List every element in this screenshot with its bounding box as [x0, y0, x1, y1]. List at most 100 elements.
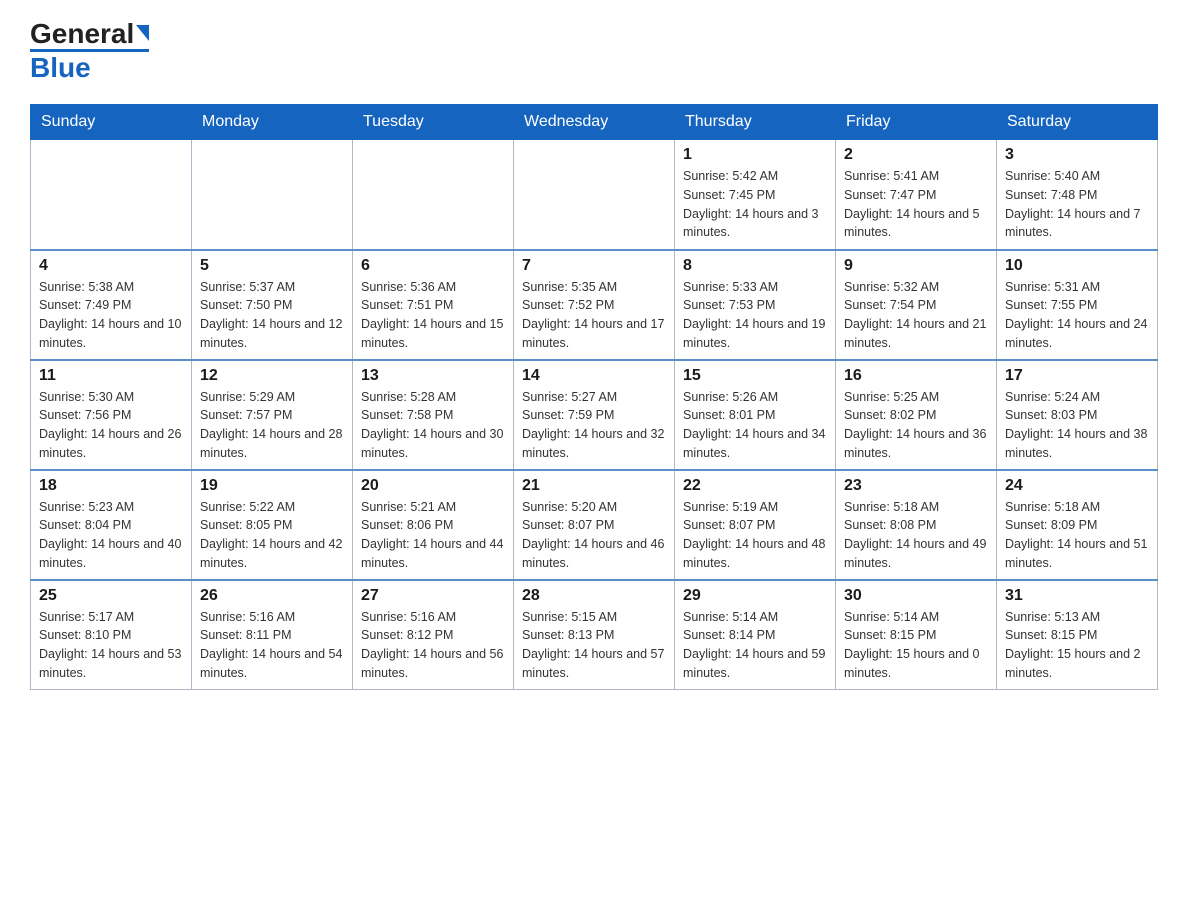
- day-info: Sunrise: 5:40 AMSunset: 7:48 PMDaylight:…: [1005, 167, 1149, 242]
- day-number: 9: [844, 257, 988, 275]
- day-number: 13: [361, 367, 505, 385]
- week-row-3: 11 Sunrise: 5:30 AMSunset: 7:56 PMDayligh…: [31, 360, 1158, 470]
- day-number: 21: [522, 477, 666, 495]
- calendar-cell: 4 Sunrise: 5:38 AMSunset: 7:49 PMDaylight…: [31, 250, 192, 360]
- calendar-table: SundayMondayTuesdayWednesdayThursdayFrid…: [30, 104, 1158, 690]
- calendar-cell: 5 Sunrise: 5:37 AMSunset: 7:50 PMDaylight…: [192, 250, 353, 360]
- calendar-cell: 8 Sunrise: 5:33 AMSunset: 7:53 PMDaylight…: [675, 250, 836, 360]
- day-number: 5: [200, 257, 344, 275]
- calendar-cell: 2 Sunrise: 5:41 AMSunset: 7:47 PMDaylight…: [836, 140, 997, 250]
- calendar-cell: 1 Sunrise: 5:42 AMSunset: 7:45 PMDaylight…: [675, 140, 836, 250]
- calendar-cell: 28 Sunrise: 5:15 AMSunset: 8:13 PMDayligh…: [514, 580, 675, 690]
- day-number: 22: [683, 477, 827, 495]
- day-info: Sunrise: 5:25 AMSunset: 8:02 PMDaylight:…: [844, 388, 988, 463]
- calendar-cell: 3 Sunrise: 5:40 AMSunset: 7:48 PMDaylight…: [997, 140, 1158, 250]
- day-number: 17: [1005, 367, 1149, 385]
- day-info: Sunrise: 5:19 AMSunset: 8:07 PMDaylight:…: [683, 498, 827, 573]
- day-number: 26: [200, 587, 344, 605]
- day-number: 25: [39, 587, 183, 605]
- day-number: 16: [844, 367, 988, 385]
- day-number: 10: [1005, 257, 1149, 275]
- day-header-row: SundayMondayTuesdayWednesdayThursdayFrid…: [31, 105, 1158, 140]
- calendar-cell: 13 Sunrise: 5:28 AMSunset: 7:58 PMDayligh…: [353, 360, 514, 470]
- calendar-cell: 23 Sunrise: 5:18 AMSunset: 8:08 PMDayligh…: [836, 470, 997, 580]
- calendar-cell: 17 Sunrise: 5:24 AMSunset: 8:03 PMDayligh…: [997, 360, 1158, 470]
- day-number: 28: [522, 587, 666, 605]
- day-info: Sunrise: 5:29 AMSunset: 7:57 PMDaylight:…: [200, 388, 344, 463]
- week-row-2: 4 Sunrise: 5:38 AMSunset: 7:49 PMDaylight…: [31, 250, 1158, 360]
- day-info: Sunrise: 5:26 AMSunset: 8:01 PMDaylight:…: [683, 388, 827, 463]
- calendar-cell: 12 Sunrise: 5:29 AMSunset: 7:57 PMDayligh…: [192, 360, 353, 470]
- day-header-tuesday: Tuesday: [353, 105, 514, 140]
- day-header-thursday: Thursday: [675, 105, 836, 140]
- day-number: 27: [361, 587, 505, 605]
- day-info: Sunrise: 5:31 AMSunset: 7:55 PMDaylight:…: [1005, 278, 1149, 353]
- day-info: Sunrise: 5:36 AMSunset: 7:51 PMDaylight:…: [361, 278, 505, 353]
- calendar-cell: 31Sunrise: 5:13 AMSunset: 8:15 PMDayligh…: [997, 580, 1158, 690]
- calendar-cell: 19Sunrise: 5:22 AMSunset: 8:05 PMDayligh…: [192, 470, 353, 580]
- day-info: Sunrise: 5:27 AMSunset: 7:59 PMDaylight:…: [522, 388, 666, 463]
- day-info: Sunrise: 5:30 AMSunset: 7:56 PMDaylight:…: [39, 388, 183, 463]
- calendar-cell: 25 Sunrise: 5:17 AMSunset: 8:10 PMDayligh…: [31, 580, 192, 690]
- page-header: General Blue: [30, 20, 1158, 84]
- day-number: 15: [683, 367, 827, 385]
- day-number: 23: [844, 477, 988, 495]
- logo-triangle-icon: [136, 25, 149, 41]
- week-row-5: 25 Sunrise: 5:17 AMSunset: 8:10 PMDayligh…: [31, 580, 1158, 690]
- day-number: 4: [39, 257, 183, 275]
- calendar-cell: [353, 140, 514, 250]
- day-info: Sunrise: 5:14 AMSunset: 8:15 PMDaylight:…: [844, 608, 988, 683]
- calendar-cell: 27 Sunrise: 5:16 AMSunset: 8:12 PMDayligh…: [353, 580, 514, 690]
- logo: General Blue: [30, 20, 149, 84]
- calendar-cell: 29Sunrise: 5:14 AMSunset: 8:14 PMDayligh…: [675, 580, 836, 690]
- day-number: 19: [200, 477, 344, 495]
- day-info: Sunrise: 5:33 AMSunset: 7:53 PMDaylight:…: [683, 278, 827, 353]
- day-number: 8: [683, 257, 827, 275]
- calendar-cell: 26Sunrise: 5:16 AMSunset: 8:11 PMDayligh…: [192, 580, 353, 690]
- day-number: 11: [39, 367, 183, 385]
- day-info: Sunrise: 5:42 AMSunset: 7:45 PMDaylight:…: [683, 167, 827, 242]
- day-header-friday: Friday: [836, 105, 997, 140]
- day-info: Sunrise: 5:18 AMSunset: 8:08 PMDaylight:…: [844, 498, 988, 573]
- day-number: 3: [1005, 146, 1149, 164]
- logo-general-text: General: [30, 20, 134, 48]
- day-number: 18: [39, 477, 183, 495]
- calendar-cell: 21 Sunrise: 5:20 AMSunset: 8:07 PMDayligh…: [514, 470, 675, 580]
- day-header-saturday: Saturday: [997, 105, 1158, 140]
- day-header-sunday: Sunday: [31, 105, 192, 140]
- day-info: Sunrise: 5:13 AMSunset: 8:15 PMDaylight:…: [1005, 608, 1149, 683]
- day-info: Sunrise: 5:24 AMSunset: 8:03 PMDaylight:…: [1005, 388, 1149, 463]
- calendar-cell: 30 Sunrise: 5:14 AMSunset: 8:15 PMDayligh…: [836, 580, 997, 690]
- day-info: Sunrise: 5:41 AMSunset: 7:47 PMDaylight:…: [844, 167, 988, 242]
- day-info: Sunrise: 5:23 AMSunset: 8:04 PMDaylight:…: [39, 498, 183, 573]
- day-info: Sunrise: 5:35 AMSunset: 7:52 PMDaylight:…: [522, 278, 666, 353]
- calendar-cell: 14 Sunrise: 5:27 AMSunset: 7:59 PMDayligh…: [514, 360, 675, 470]
- day-number: 6: [361, 257, 505, 275]
- day-info: Sunrise: 5:38 AMSunset: 7:49 PMDaylight:…: [39, 278, 183, 353]
- day-info: Sunrise: 5:37 AMSunset: 7:50 PMDaylight:…: [200, 278, 344, 353]
- day-number: 29: [683, 587, 827, 605]
- calendar-cell: 18 Sunrise: 5:23 AMSunset: 8:04 PMDayligh…: [31, 470, 192, 580]
- day-number: 1: [683, 146, 827, 164]
- calendar-cell: 10 Sunrise: 5:31 AMSunset: 7:55 PMDayligh…: [997, 250, 1158, 360]
- day-info: Sunrise: 5:20 AMSunset: 8:07 PMDaylight:…: [522, 498, 666, 573]
- day-number: 2: [844, 146, 988, 164]
- calendar-cell: [31, 140, 192, 250]
- day-info: Sunrise: 5:16 AMSunset: 8:12 PMDaylight:…: [361, 608, 505, 683]
- calendar-cell: 9Sunrise: 5:32 AMSunset: 7:54 PMDaylight…: [836, 250, 997, 360]
- calendar-cell: [514, 140, 675, 250]
- calendar-cell: 15 Sunrise: 5:26 AMSunset: 8:01 PMDayligh…: [675, 360, 836, 470]
- day-number: 12: [200, 367, 344, 385]
- day-info: Sunrise: 5:17 AMSunset: 8:10 PMDaylight:…: [39, 608, 183, 683]
- day-number: 20: [361, 477, 505, 495]
- week-row-4: 18 Sunrise: 5:23 AMSunset: 8:04 PMDayligh…: [31, 470, 1158, 580]
- week-row-1: 1 Sunrise: 5:42 AMSunset: 7:45 PMDaylight…: [31, 140, 1158, 250]
- day-info: Sunrise: 5:28 AMSunset: 7:58 PMDaylight:…: [361, 388, 505, 463]
- calendar-cell: 16 Sunrise: 5:25 AMSunset: 8:02 PMDayligh…: [836, 360, 997, 470]
- day-number: 14: [522, 367, 666, 385]
- logo-blue-text: Blue: [30, 52, 91, 84]
- day-info: Sunrise: 5:15 AMSunset: 8:13 PMDaylight:…: [522, 608, 666, 683]
- calendar-cell: 11 Sunrise: 5:30 AMSunset: 7:56 PMDayligh…: [31, 360, 192, 470]
- day-info: Sunrise: 5:21 AMSunset: 8:06 PMDaylight:…: [361, 498, 505, 573]
- day-number: 30: [844, 587, 988, 605]
